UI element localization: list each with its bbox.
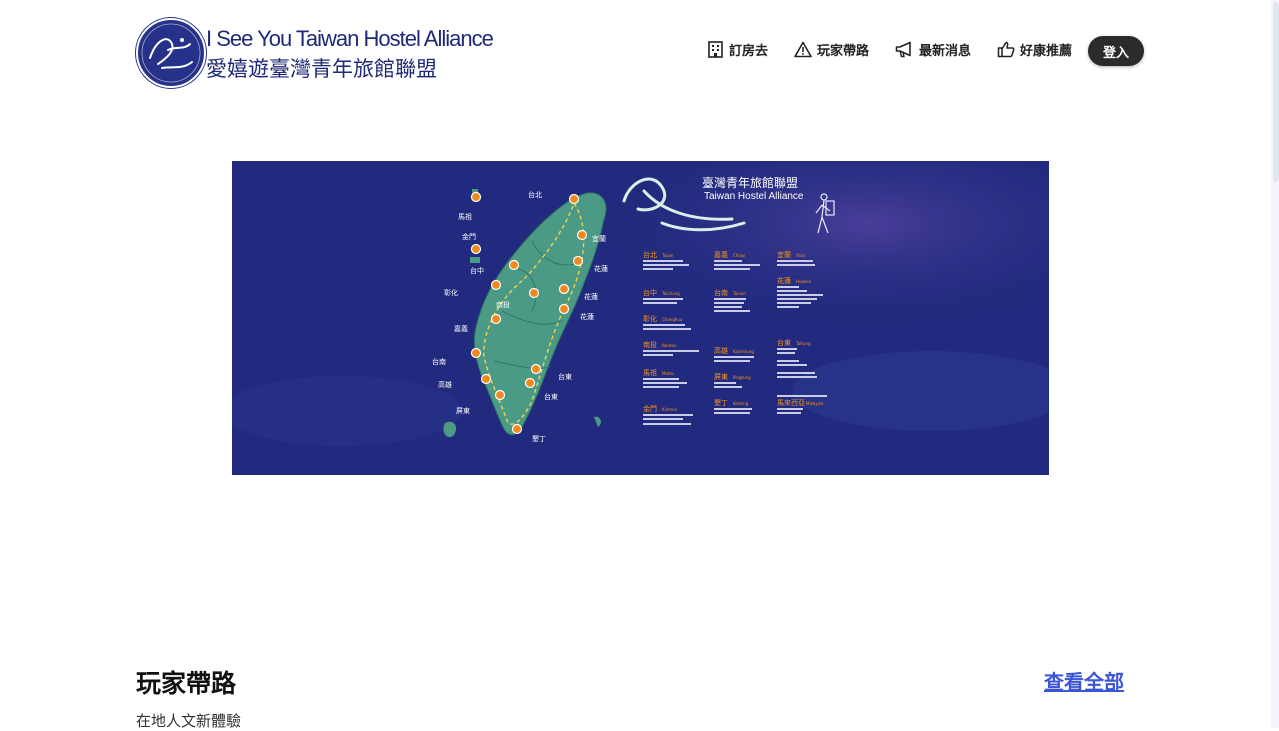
region-heading-en: Tainan xyxy=(732,291,746,296)
map-label: 台南 xyxy=(432,357,446,366)
region-heading: 宜蘭 xyxy=(777,250,791,259)
nav-label-guide: 玩家帶路 xyxy=(817,44,870,59)
nav-label-booking: 訂房去 xyxy=(729,44,769,59)
map-label: 屏東 xyxy=(456,406,470,415)
brand-name-en[interactable]: I See You Taiwan Hostel Alliance xyxy=(206,26,494,52)
map-label: 墾丁 xyxy=(532,434,546,443)
page-scrollbar[interactable] xyxy=(1271,0,1279,728)
region-heading: 南投 xyxy=(643,340,657,349)
region-heading-en: Changhua xyxy=(662,317,683,322)
map-label: 台北 xyxy=(528,190,542,199)
map-label: 台東 xyxy=(558,372,572,381)
section-title: 玩家帶路 xyxy=(136,669,237,698)
region-heading: 嘉義 xyxy=(714,250,728,259)
banner-title-en: Taiwan Hostel Alliance xyxy=(704,191,804,202)
building-icon xyxy=(708,41,723,58)
region-heading: 花蓮 xyxy=(777,276,791,285)
map-label: 彰化 xyxy=(444,288,458,297)
region-heading-en: Nantou xyxy=(662,343,677,348)
region-heading-en: Kenting xyxy=(733,401,749,406)
region-heading-en: Taitung xyxy=(795,341,811,346)
region-heading: 台南 xyxy=(714,288,728,297)
region-heading-en: Taipei xyxy=(661,253,673,258)
region-heading: 台東 xyxy=(777,338,791,347)
region-heading: 台中 xyxy=(643,288,657,297)
region-heading: 彰化 xyxy=(643,314,657,323)
region-heading: 墾丁 xyxy=(714,398,728,407)
region-heading: 馬來西亞 xyxy=(777,399,805,407)
map-label: 馬祖 xyxy=(458,212,472,221)
map-label: 花蓮 xyxy=(594,264,608,273)
warning-triangle-icon xyxy=(794,41,812,58)
region-heading-en: Pingtung xyxy=(733,375,751,380)
view-all-link[interactable]: 查看全部 xyxy=(1044,666,1124,695)
nav-item-deals[interactable]: 好康推薦 xyxy=(997,40,1072,59)
region-heading-en: Kaohsiung xyxy=(733,349,754,354)
login-button[interactable]: 登入 xyxy=(1088,36,1144,66)
scrollbar-thumb[interactable] xyxy=(1273,2,1279,182)
map-label: 嘉義 xyxy=(454,324,468,333)
map-label: 金門 xyxy=(462,232,476,241)
nav-item-news[interactable]: 最新消息 xyxy=(895,40,971,59)
region-heading: 馬祖 xyxy=(643,368,657,377)
nav-label-deals: 好康推薦 xyxy=(1020,44,1073,59)
alliance-logo-icon[interactable] xyxy=(136,18,206,88)
region-heading-en: Yilan xyxy=(795,253,806,258)
nav-label-news: 最新消息 xyxy=(919,44,972,59)
map-label: 花蓮 xyxy=(584,292,598,301)
banner-title-zh: 臺灣青年旅館聯盟 xyxy=(702,175,798,190)
region-heading: 高雄 xyxy=(714,346,728,355)
thumbs-up-icon xyxy=(997,41,1015,58)
region-heading-en: Chiayi xyxy=(733,253,745,258)
map-label: 花蓮 xyxy=(580,312,594,321)
site-header: I See You Taiwan Hostel Alliance 愛嬉遊臺灣青年… xyxy=(0,0,1270,104)
map-label: 高雄 xyxy=(438,380,452,389)
region-heading: 台北 xyxy=(643,250,657,259)
map-label: 台中 xyxy=(470,266,484,275)
nav-item-guide[interactable]: 玩家帶路 xyxy=(794,40,869,59)
region-heading-en: Taichung xyxy=(661,291,680,296)
map-label: 南投 xyxy=(496,300,510,309)
map-label: 台東 xyxy=(544,392,558,401)
nav-item-booking[interactable]: 訂房去 xyxy=(707,40,768,59)
hostel-map-banner[interactable]: 馬祖 台北 金門 宜蘭 台中 花蓮 彰化 南投 花蓮 嘉義 花蓮 台南 台東 高… xyxy=(232,161,1049,475)
megaphone-icon xyxy=(895,41,911,58)
region-heading-en: Hualien xyxy=(796,279,812,284)
region-heading: 金門 xyxy=(643,404,657,413)
region-heading-en: Kinmen xyxy=(662,407,678,412)
brand-name-zh[interactable]: 愛嬉遊臺灣青年旅館聯盟 xyxy=(206,53,437,83)
region-heading-en: Malaysia xyxy=(806,401,824,406)
map-label: 宜蘭 xyxy=(592,234,606,243)
region-heading: 屏東 xyxy=(714,372,728,381)
region-heading-en: Matsu xyxy=(662,371,675,376)
